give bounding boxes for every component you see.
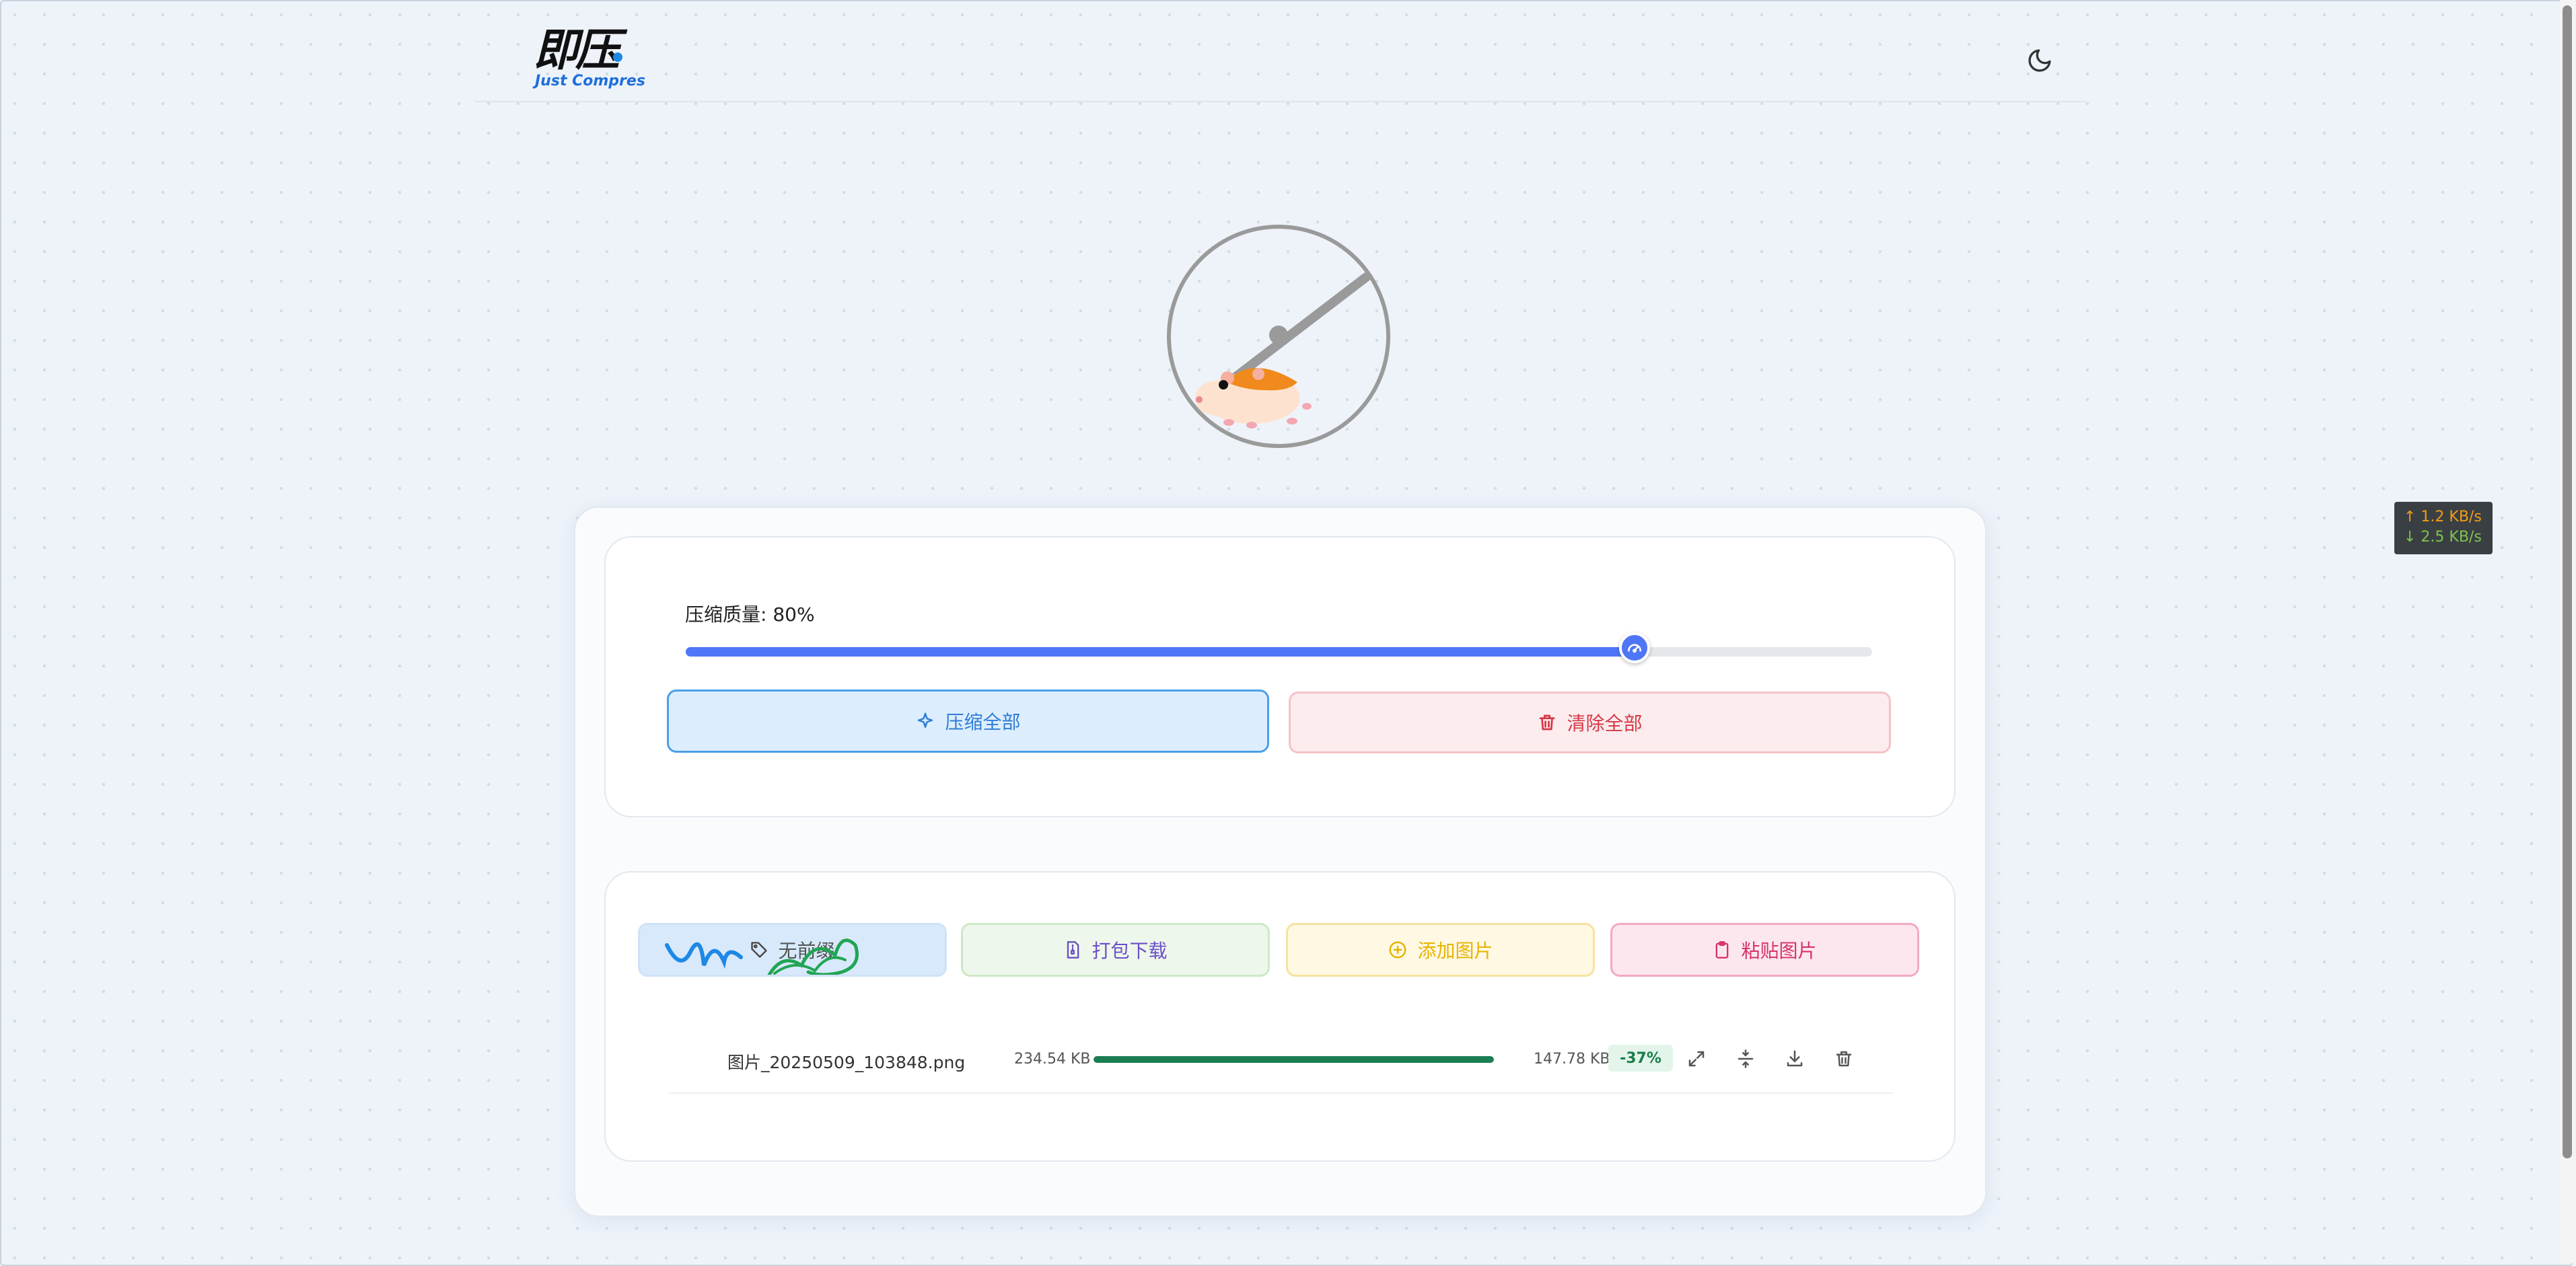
- compressed-size: 147.78 KB: [1534, 1051, 1610, 1068]
- compress-all-button[interactable]: 压缩全部: [667, 690, 1269, 753]
- compare-button[interactable]: [1732, 1045, 1759, 1072]
- settings-card: [604, 536, 1956, 817]
- download-speed: ↓ 2.5 KB/s: [2404, 529, 2482, 546]
- compression-ratio-badge: -37%: [1608, 1045, 1673, 1072]
- quality-label: 压缩质量: 80%: [685, 603, 815, 626]
- zip-download-label: 打包下载: [1092, 940, 1168, 962]
- quality-slider-fill: [686, 647, 1635, 657]
- app-header: 即压 Just Compres: [474, 0, 2086, 102]
- clipboard-icon: [1716, 941, 1729, 959]
- zip-download-button[interactable]: 打包下载: [961, 923, 1270, 977]
- paste-image-label: 粘贴图片: [1741, 940, 1817, 962]
- add-image-label: 添加图片: [1417, 940, 1493, 962]
- logo-dot: [613, 52, 622, 62]
- hamster-icon: [1195, 368, 1312, 429]
- logo-subtitle: Just Compres: [535, 73, 645, 89]
- network-speed-widget: ↑ 1.2 KB/s ↓ 2.5 KB/s: [2394, 502, 2493, 554]
- prefix-tag-label: 无前缀: [778, 940, 835, 962]
- hamster-wheel-illustration: [1167, 225, 1390, 448]
- app-logo[interactable]: 即压 Just Compres: [534, 24, 645, 94]
- trash-icon: [1540, 714, 1555, 731]
- file-list-card: [604, 871, 1956, 1162]
- split-vertical-icon: [1738, 1049, 1754, 1068]
- compress-all-label: 压缩全部: [945, 711, 1021, 733]
- paste-image-button[interactable]: 粘贴图片: [1610, 923, 1919, 977]
- plus-circle-icon: [1389, 941, 1406, 959]
- gauge-icon: [1628, 644, 1642, 653]
- preview-button[interactable]: [1683, 1045, 1710, 1072]
- tag-icon: [751, 942, 768, 958]
- zip-file-icon: [1067, 941, 1079, 959]
- logo-title: 即压: [534, 24, 620, 76]
- original-size: 234.54 KB: [1014, 1051, 1091, 1068]
- sparkle-icon: [918, 712, 933, 728]
- compression-progress-fill: [1094, 1056, 1494, 1063]
- upload-speed: ↑ 1.2 KB/s: [2404, 509, 2482, 525]
- expand-icon: [1688, 1051, 1705, 1067]
- compression-progress-bar: [1094, 1056, 1494, 1063]
- add-image-button[interactable]: 添加图片: [1286, 923, 1595, 977]
- quality-slider[interactable]: [686, 632, 1872, 663]
- theme-toggle-button[interactable]: [2022, 43, 2057, 78]
- clear-all-label: 清除全部: [1567, 712, 1643, 735]
- page-scrollbar-thumb[interactable]: [2563, 5, 2572, 1158]
- file-row: 图片_20250509_103848.png 234.54 KB 147.78 …: [668, 1036, 1893, 1094]
- file-name: 图片_20250509_103848.png: [727, 1053, 966, 1072]
- prefix-tag-button[interactable]: 无前缀: [638, 923, 947, 977]
- clear-all-button[interactable]: 清除全部: [1289, 692, 1891, 753]
- delete-file-button[interactable]: [1830, 1045, 1857, 1072]
- moon-icon: [2028, 49, 2051, 72]
- trash-icon: [1836, 1051, 1852, 1067]
- download-file-button[interactable]: [1781, 1045, 1808, 1072]
- download-icon: [1787, 1050, 1803, 1067]
